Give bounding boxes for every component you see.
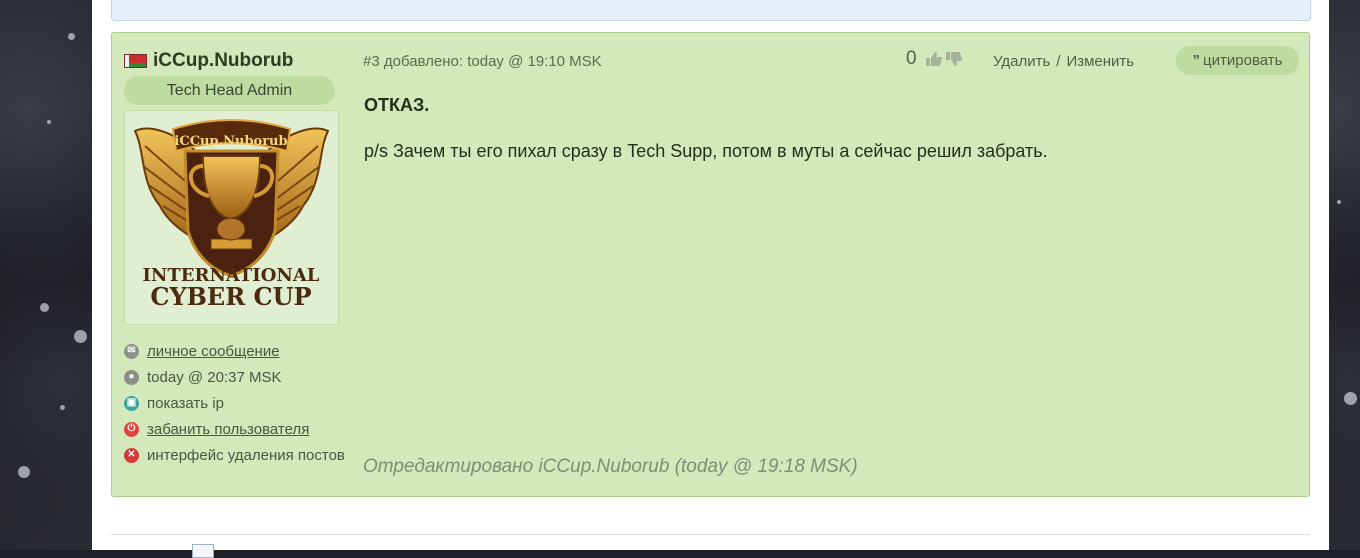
author-avatar: iCCup.Nuborub INTERNATIONAL CYBER CUP bbox=[124, 110, 339, 325]
svg-text:iCCup.Nuborub: iCCup.Nuborub bbox=[174, 134, 287, 149]
actions-separator: / bbox=[1056, 53, 1061, 70]
background-right bbox=[1329, 0, 1360, 550]
edit-post-button[interactable]: Изменить bbox=[1066, 53, 1134, 70]
author-username[interactable]: iCCup.Nuborub bbox=[153, 50, 293, 72]
svg-text:CYBER CUP: CYBER CUP bbox=[150, 282, 311, 311]
power-icon: ⏻ bbox=[124, 421, 139, 437]
trophy-wings-logo-icon: iCCup.Nuborub INTERNATIONAL CYBER CUP bbox=[133, 119, 330, 311]
delete-post-button[interactable]: Удалить bbox=[993, 53, 1050, 70]
bottom-checkbox[interactable] bbox=[192, 544, 214, 558]
forum-post: iCCup.Nuborub Tech Head Admin iCCup.Nubo… bbox=[111, 32, 1310, 497]
vote-count: 0 bbox=[906, 48, 917, 69]
show-ip-link[interactable]: ▣ показать ip bbox=[124, 390, 345, 416]
thumbs-down-icon[interactable] bbox=[945, 50, 963, 68]
last-visit-time: today @ 20:37 MSK bbox=[147, 368, 282, 386]
ban-user-label[interactable]: забанить пользователя bbox=[147, 421, 309, 438]
quote-button[interactable]: ” цитировать bbox=[1176, 46, 1299, 75]
post-body-text: p/s Зачем ты его пихал сразу в Tech Supp… bbox=[364, 141, 1048, 161]
previous-post-footer bbox=[111, 0, 1311, 21]
last-visit-item: ● today @ 20:37 MSK bbox=[124, 364, 345, 390]
thumbs-up-icon[interactable] bbox=[925, 50, 943, 68]
quote-icon: ” bbox=[1192, 52, 1201, 69]
edited-note: Отредактировано iCCup.Nuborub (today @ 1… bbox=[363, 456, 858, 477]
quote-button-label: цитировать bbox=[1203, 52, 1283, 69]
show-ip-label[interactable]: показать ip bbox=[147, 395, 224, 412]
post-divider bbox=[111, 534, 1310, 535]
delete-x-icon: ✕ bbox=[124, 447, 139, 463]
post-votes: 0 bbox=[906, 48, 963, 70]
ban-user-link[interactable]: ⏻ забанить пользователя bbox=[124, 416, 345, 442]
private-message-label[interactable]: личное сообщение bbox=[147, 343, 280, 360]
clock-icon: ● bbox=[124, 369, 139, 385]
country-flag-icon bbox=[124, 54, 147, 68]
background-left bbox=[0, 0, 92, 550]
mail-icon: ✉ bbox=[124, 343, 139, 359]
post-number-date[interactable]: #3 добавлено: today @ 19:10 MSK bbox=[363, 53, 602, 70]
post-actions: Удалить / Изменить bbox=[993, 53, 1134, 70]
author-header: iCCup.Nuborub bbox=[124, 50, 293, 72]
private-message-link[interactable]: ✉ личное сообщение bbox=[124, 338, 345, 364]
forum-content: iCCup.Nuborub Tech Head Admin iCCup.Nubo… bbox=[92, 0, 1329, 558]
author-links: ✉ личное сообщение ● today @ 20:37 MSK ▣… bbox=[124, 338, 345, 468]
delete-posts-interface-link[interactable]: ✕ интерфейс удаления постов bbox=[124, 442, 345, 468]
delete-posts-interface-label[interactable]: интерфейс удаления постов bbox=[147, 447, 345, 464]
author-rank-badge: Tech Head Admin bbox=[124, 76, 335, 105]
monitor-icon: ▣ bbox=[124, 395, 139, 411]
post-body-heading: ОТКАЗ. bbox=[364, 95, 430, 115]
